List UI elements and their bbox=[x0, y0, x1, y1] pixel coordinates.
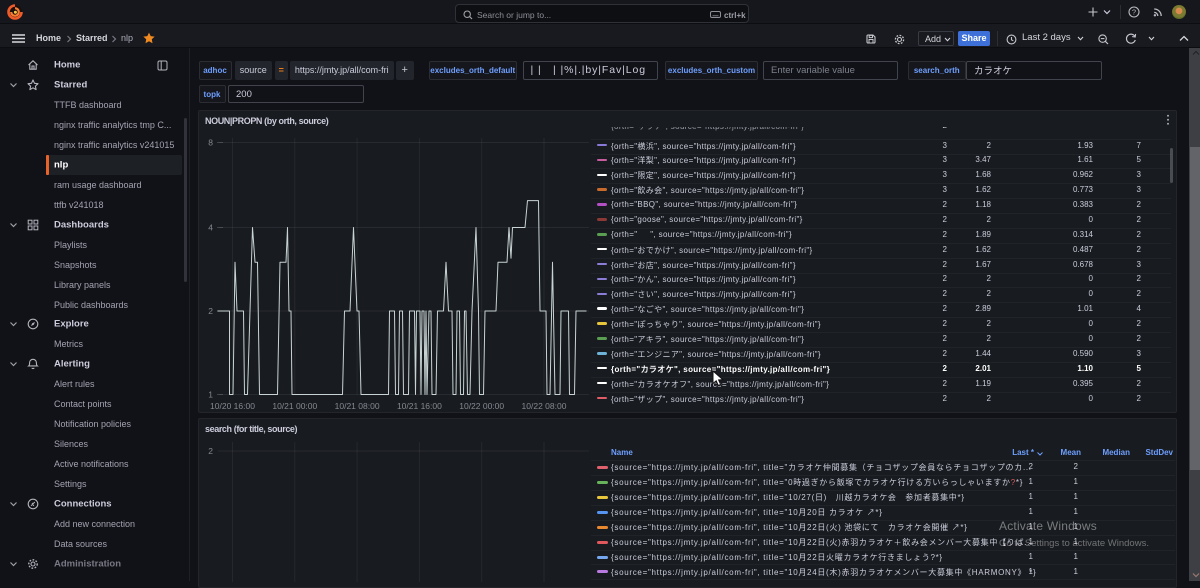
svg-text:?: ? bbox=[1132, 8, 1136, 17]
svg-text:4: 4 bbox=[208, 223, 213, 233]
svg-text:10/20 16:00: 10/20 16:00 bbox=[210, 401, 255, 411]
svg-text:8: 8 bbox=[208, 138, 213, 148]
svg-text:10/22 08:00: 10/22 08:00 bbox=[522, 401, 567, 411]
svg-text:10/21 08:00: 10/21 08:00 bbox=[335, 401, 380, 411]
svg-text:10/21 00:00: 10/21 00:00 bbox=[272, 401, 317, 411]
svg-text:2: 2 bbox=[208, 306, 213, 316]
svg-text:10/21 16:00: 10/21 16:00 bbox=[397, 401, 442, 411]
svg-text:10/22 00:00: 10/22 00:00 bbox=[459, 401, 504, 411]
svg-text:1: 1 bbox=[208, 390, 213, 400]
svg-text:2: 2 bbox=[208, 446, 213, 456]
